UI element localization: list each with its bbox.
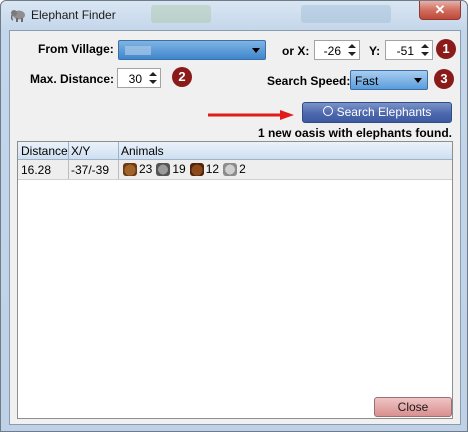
search-button-label: Search Elephants <box>336 105 432 119</box>
spinner-arrows[interactable] <box>147 70 159 86</box>
results-table[interactable]: Distance X/Y Animals 16.28 -37/-39 23 19… <box>17 141 453 419</box>
window-title: Elephant Finder <box>31 8 116 22</box>
cell-animals: 23 19 12 2 <box>121 162 246 176</box>
boar-icon <box>123 162 137 176</box>
x-value: -26 <box>323 44 341 58</box>
background-blur <box>151 5 211 23</box>
crocodile-icon <box>223 162 238 176</box>
elephant-icon <box>156 162 171 176</box>
y-value: -51 <box>396 44 414 58</box>
animal-count: 2 <box>239 162 246 176</box>
max-distance-value: 30 <box>128 72 142 86</box>
table-header: Distance X/Y Animals <box>18 142 452 160</box>
from-village-dropdown[interactable] <box>118 40 266 60</box>
cell-distance: 16.28 <box>21 163 52 177</box>
title-bar[interactable]: Elephant Finder ✕ <box>1 1 467 29</box>
or-x-label: or X: <box>282 44 310 58</box>
dialog-body: From Village: or X: -26 Y: -51 1 Max. Di… <box>9 30 461 425</box>
magnifier-icon <box>322 106 333 116</box>
annotation-badge-1: 1 <box>436 39 456 59</box>
background-blur <box>301 5 391 23</box>
max-distance-label: Max. Distance: <box>30 72 115 86</box>
column-header-xy[interactable]: X/Y <box>71 144 90 158</box>
column-header-animals[interactable]: Animals <box>121 144 164 158</box>
close-icon: ✕ <box>434 2 446 17</box>
chevron-down-icon <box>414 78 422 83</box>
search-speed-label: Search Speed: <box>267 74 351 88</box>
table-row[interactable]: 16.28 -37/-39 23 19 12 2 <box>18 160 452 180</box>
max-distance-input[interactable]: 30 <box>117 68 161 88</box>
animal-count: 12 <box>205 162 220 176</box>
from-village-label: From Village: <box>38 42 114 56</box>
y-label: Y: <box>369 44 381 58</box>
close-window-button[interactable]: ✕ <box>419 1 461 20</box>
animal-count: 19 <box>172 162 186 176</box>
annotation-badge-3: 3 <box>434 69 454 89</box>
spinner-arrows[interactable] <box>346 42 358 58</box>
elephant-finder-window: Elephant Finder ✕ From Village: or X: -2… <box>0 0 468 432</box>
search-speed-value: Fast <box>355 74 379 88</box>
close-button[interactable]: Close <box>374 397 452 417</box>
search-speed-dropdown[interactable]: Fast <box>350 70 428 90</box>
animal-count: 23 <box>139 162 153 176</box>
chevron-down-icon <box>252 48 260 53</box>
column-header-distance[interactable]: Distance <box>21 144 68 158</box>
status-message: 1 new oasis with elephants found. <box>257 126 452 140</box>
spinner-arrows[interactable] <box>419 42 431 58</box>
bear-icon <box>189 162 204 176</box>
elephant-app-icon <box>10 10 25 22</box>
cell-xy: -37/-39 <box>71 163 110 177</box>
annotation-badge-2: 2 <box>172 67 192 87</box>
search-elephants-button[interactable]: Search Elephants <box>302 102 452 123</box>
red-arrow-icon <box>208 110 294 120</box>
village-name-obscured <box>125 46 151 55</box>
y-coordinate-input[interactable]: -51 <box>385 40 433 60</box>
x-coordinate-input[interactable]: -26 <box>314 40 360 60</box>
